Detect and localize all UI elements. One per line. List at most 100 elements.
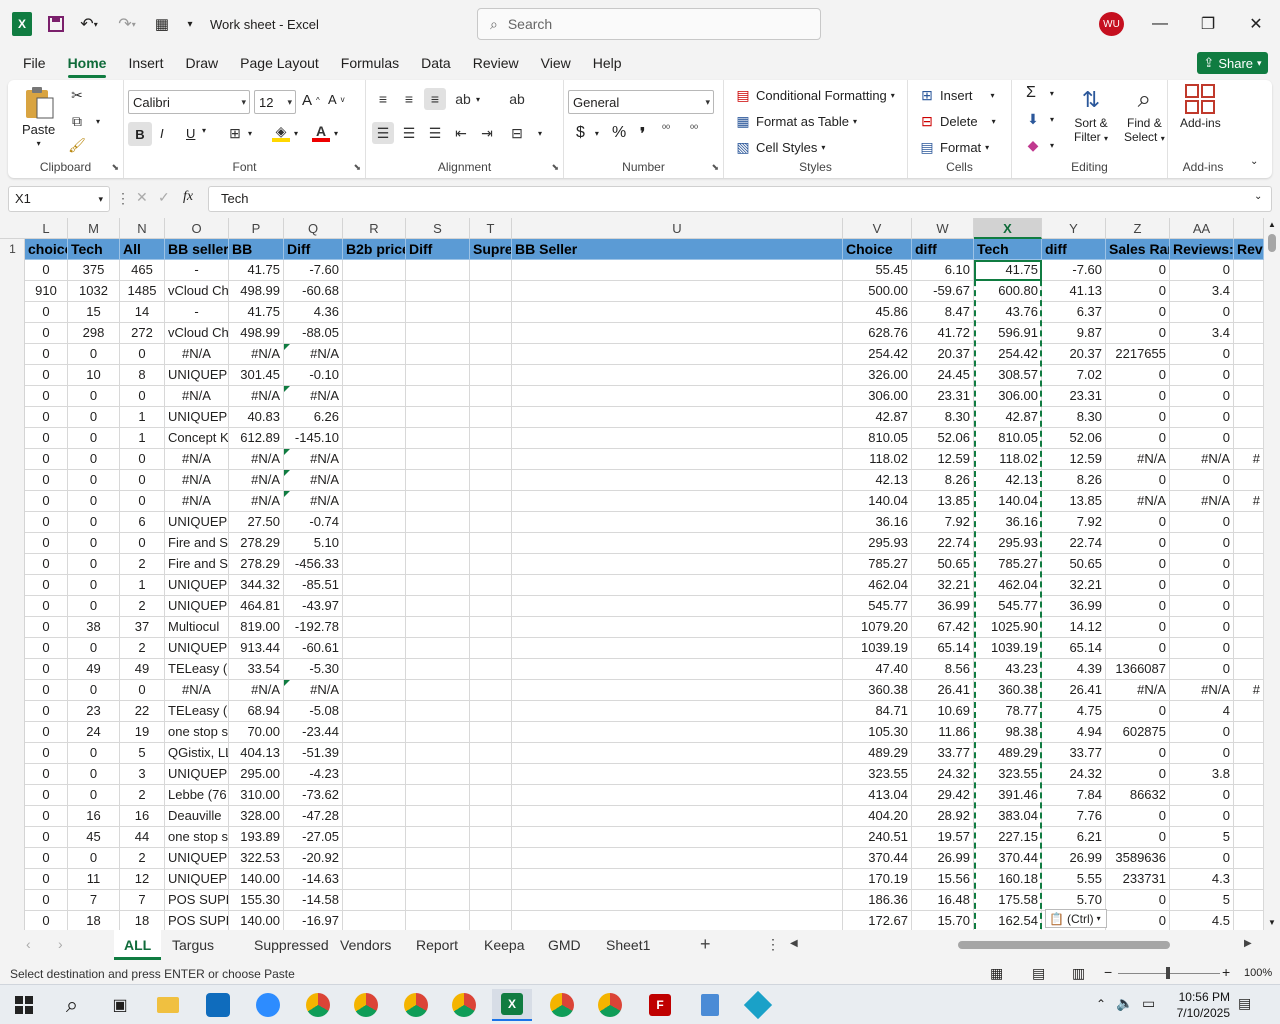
scroll-right-icon[interactable]: ▶ xyxy=(1244,938,1252,949)
row-header[interactable] xyxy=(0,806,25,827)
tab-home[interactable]: Home xyxy=(57,48,118,78)
cell[interactable] xyxy=(343,806,406,827)
cell[interactable]: 0 xyxy=(25,659,68,680)
cell[interactable]: 323.55 xyxy=(974,764,1042,785)
cell[interactable]: 0 xyxy=(1106,701,1170,722)
header-cell[interactable]: Sales Ran xyxy=(1106,239,1170,260)
cell[interactable] xyxy=(406,365,470,386)
more-icon[interactable]: ⋮ xyxy=(116,190,130,207)
dialog-launcher-icon[interactable]: ⬊ xyxy=(711,162,719,173)
align-bottom-icon[interactable]: ≡ xyxy=(424,88,446,110)
expand-formula-icon[interactable]: ⌄ xyxy=(1254,191,1262,202)
cell[interactable] xyxy=(512,869,843,890)
cell[interactable]: 0 xyxy=(1170,848,1234,869)
row-header[interactable] xyxy=(0,302,25,323)
cell[interactable]: 78.77 xyxy=(974,701,1042,722)
cell[interactable]: 0 xyxy=(25,323,68,344)
outlook-icon[interactable] xyxy=(198,989,238,1021)
cell[interactable]: 0 xyxy=(1106,365,1170,386)
column-header[interactable] xyxy=(1234,218,1264,239)
cell[interactable]: vCloud Ch xyxy=(165,281,229,302)
show-hidden-icons-icon[interactable]: ⌃ xyxy=(1096,997,1106,1011)
format-cells-button[interactable]: ▤ Format ▾ xyxy=(918,138,989,156)
cell[interactable] xyxy=(1234,848,1264,869)
cell[interactable] xyxy=(343,596,406,617)
sheet-tab-targus[interactable]: Targus xyxy=(162,930,224,960)
column-header[interactable]: N xyxy=(120,218,165,239)
cell[interactable]: 49 xyxy=(68,659,120,680)
cell[interactable] xyxy=(406,743,470,764)
cell[interactable]: 0 xyxy=(25,701,68,722)
cell[interactable]: 0 xyxy=(120,680,165,701)
cell[interactable]: 0 xyxy=(1106,827,1170,848)
cell-styles-button[interactable]: ▧ Cell Styles ▾ xyxy=(734,138,825,156)
cell[interactable] xyxy=(470,533,512,554)
cell[interactable]: 1 xyxy=(120,407,165,428)
cell[interactable] xyxy=(512,827,843,848)
redo-icon[interactable]: ↷ ▾ xyxy=(112,12,142,36)
cell[interactable] xyxy=(406,638,470,659)
cell[interactable]: 0 xyxy=(25,470,68,491)
cell[interactable]: 0 xyxy=(1170,785,1234,806)
cell[interactable] xyxy=(470,638,512,659)
cell[interactable] xyxy=(1234,806,1264,827)
merge-center-icon[interactable]: ⊟ ▾ xyxy=(508,124,542,142)
cell[interactable] xyxy=(1234,344,1264,365)
cell[interactable] xyxy=(1234,428,1264,449)
chrome-profile-icon[interactable] xyxy=(396,989,436,1021)
cell[interactable]: one stop s xyxy=(165,722,229,743)
cell[interactable]: 162.54 xyxy=(974,911,1042,930)
cell[interactable] xyxy=(470,386,512,407)
cell[interactable]: 23.31 xyxy=(912,386,974,407)
cell[interactable]: 65.14 xyxy=(912,638,974,659)
search-icon[interactable]: ⌕ xyxy=(52,989,92,1021)
header-cell[interactable]: BB xyxy=(229,239,284,260)
cell[interactable]: #N/A xyxy=(165,680,229,701)
cell[interactable] xyxy=(343,869,406,890)
currency-icon[interactable]: $ ▾ xyxy=(576,124,599,142)
cell[interactable]: 322.53 xyxy=(229,848,284,869)
delete-cells-button[interactable]: ⊟ Delete ▾ xyxy=(918,112,995,130)
cell[interactable] xyxy=(1234,512,1264,533)
cell[interactable] xyxy=(343,302,406,323)
cell[interactable]: #N/A xyxy=(1106,680,1170,701)
sheet-tab-gmd[interactable]: GMD xyxy=(538,930,591,960)
cell[interactable] xyxy=(343,659,406,680)
cell[interactable]: 0 xyxy=(68,344,120,365)
cell[interactable]: 4.36 xyxy=(284,302,343,323)
cell[interactable]: 1485 xyxy=(120,281,165,302)
cell[interactable]: 2 xyxy=(120,638,165,659)
cell[interactable]: 10.69 xyxy=(912,701,974,722)
cell[interactable]: 0 xyxy=(25,911,68,930)
cell[interactable]: 22.74 xyxy=(1042,533,1106,554)
cell[interactable] xyxy=(406,323,470,344)
cell[interactable]: 0 xyxy=(120,386,165,407)
fill-icon[interactable]: ⬇ ▾ xyxy=(1024,110,1054,128)
cell[interactable]: 6.26 xyxy=(284,407,343,428)
cell[interactable] xyxy=(470,827,512,848)
column-header[interactable]: M xyxy=(68,218,120,239)
scroll-up-icon[interactable]: ▲ xyxy=(1268,220,1276,229)
cell[interactable]: 11.86 xyxy=(912,722,974,743)
cell[interactable]: 4.39 xyxy=(1042,659,1106,680)
cell[interactable]: 8.26 xyxy=(1042,470,1106,491)
cell[interactable] xyxy=(343,533,406,554)
row-header[interactable] xyxy=(0,680,25,701)
header-cell[interactable]: B2b price xyxy=(343,239,406,260)
cell[interactable]: one stop s xyxy=(165,827,229,848)
cell[interactable] xyxy=(406,701,470,722)
column-header[interactable]: AA xyxy=(1170,218,1234,239)
cell[interactable]: 45 xyxy=(68,827,120,848)
cell[interactable] xyxy=(343,848,406,869)
cell[interactable]: 0 xyxy=(1106,428,1170,449)
cell[interactable]: 600.80 xyxy=(974,281,1042,302)
page-layout-view-icon[interactable]: ▤ xyxy=(1032,965,1045,982)
cell[interactable]: 2 xyxy=(120,785,165,806)
minimize-icon[interactable]: — xyxy=(1137,12,1183,36)
cell[interactable]: 118.02 xyxy=(843,449,912,470)
zoom-out-icon[interactable]: − xyxy=(1104,964,1112,980)
cell[interactable] xyxy=(512,323,843,344)
cell[interactable] xyxy=(470,743,512,764)
cell[interactable]: 160.18 xyxy=(974,869,1042,890)
tab-insert[interactable]: Insert xyxy=(117,48,174,78)
